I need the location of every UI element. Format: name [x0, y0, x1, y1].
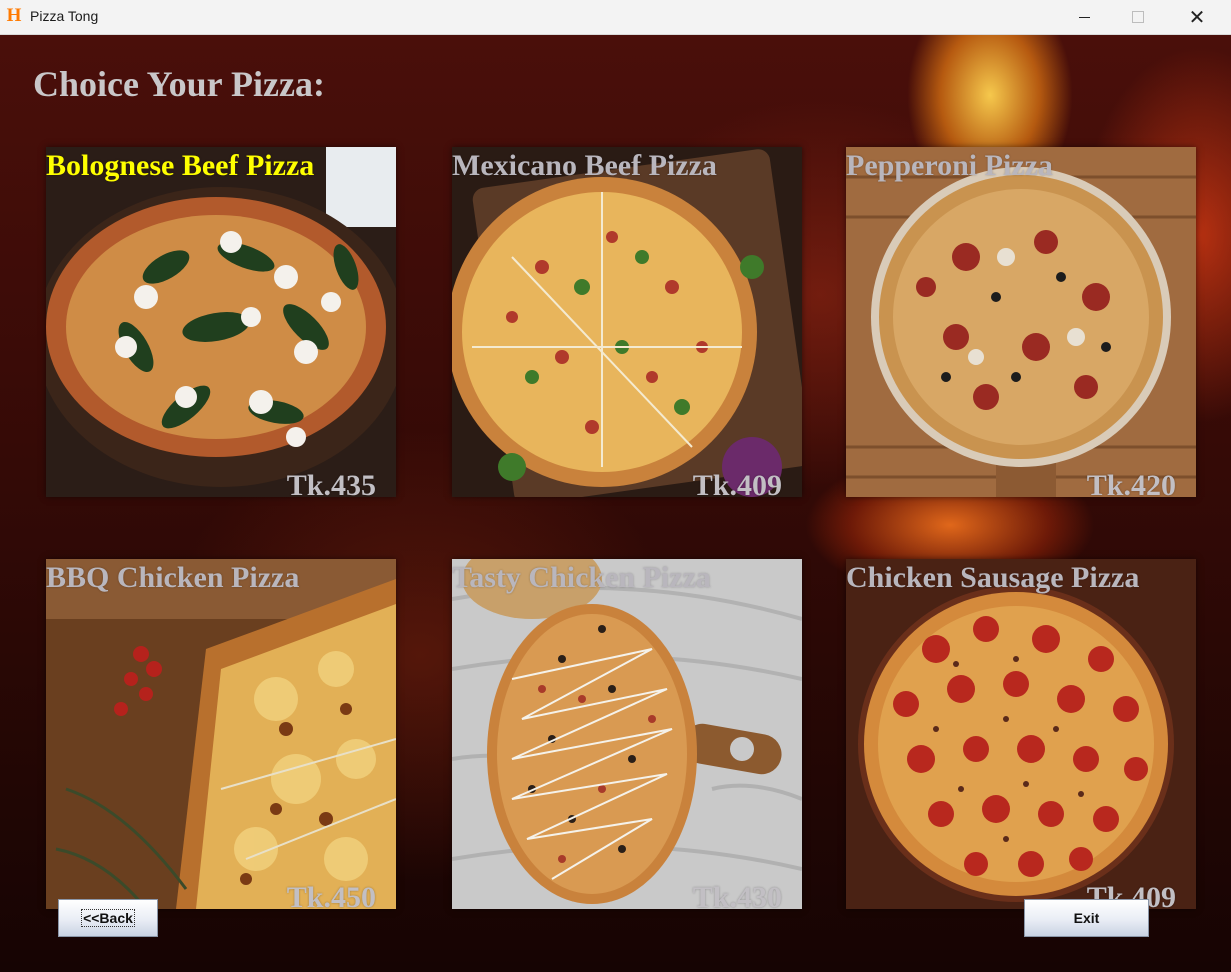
fireplace-background: Choice Your Pizza: Bolognese Beef Pizza …	[0, 35, 1231, 972]
pizza-price: Tk.435	[286, 469, 376, 497]
exit-button-label: Exit	[1073, 910, 1100, 926]
pizza-name: Pepperoni Pizza	[846, 149, 1053, 182]
bolognese-pizza-image	[46, 147, 396, 497]
tasty-chicken-pizza-image	[452, 559, 802, 909]
exit-button[interactable]: Exit	[1024, 899, 1149, 937]
maximize-icon	[1132, 11, 1144, 23]
pizza-price: Tk.420	[1086, 469, 1176, 497]
pizza-card-bbq-chicken[interactable]: BBQ Chicken Pizza Tk.450	[46, 559, 396, 909]
minimize-icon	[1078, 16, 1090, 18]
pizza-price: Tk.430	[692, 881, 782, 909]
minimize-button[interactable]	[1061, 0, 1107, 34]
chicken-sausage-pizza-image	[846, 559, 1196, 909]
pizza-name: Tasty Chicken Pizza	[452, 561, 711, 594]
pizza-card-mexicano-beef[interactable]: Mexicano Beef Pizza Tk.409	[452, 147, 802, 497]
back-button[interactable]: <<Back	[58, 899, 158, 937]
close-button[interactable]: ✕	[1174, 0, 1220, 34]
page-heading: Choice Your Pizza:	[33, 64, 325, 104]
title-bar: H Pizza Tong ✕	[0, 0, 1231, 35]
pizza-name: Chicken Sausage Pizza	[846, 561, 1140, 594]
pizza-card-chicken-sausage[interactable]: Chicken Sausage Pizza Tk.409	[846, 559, 1196, 909]
pizza-price: Tk.450	[286, 881, 376, 909]
pizza-name: Bolognese Beef Pizza	[46, 149, 315, 182]
pizza-card-tasty-chicken[interactable]: Tasty Chicken Pizza Tk.430	[452, 559, 802, 909]
pizza-price: Tk.409	[692, 469, 782, 497]
mexicano-pizza-image	[452, 147, 802, 497]
app-icon: H	[6, 5, 22, 26]
pizza-name: BBQ Chicken Pizza	[46, 561, 300, 594]
window-title: Pizza Tong	[30, 8, 99, 24]
pizza-card-bolognese-beef[interactable]: Bolognese Beef Pizza Tk.435	[46, 147, 396, 497]
pizza-name: Mexicano Beef Pizza	[452, 149, 717, 182]
maximize-button[interactable]	[1115, 0, 1161, 34]
close-icon: ✕	[1188, 5, 1206, 29]
pizza-card-pepperoni[interactable]: Pepperoni Pizza Tk.420	[846, 147, 1196, 497]
back-button-label: <<Back	[81, 909, 135, 927]
bbq-chicken-pizza-image	[46, 559, 396, 909]
pepperoni-pizza-image	[846, 147, 1196, 497]
